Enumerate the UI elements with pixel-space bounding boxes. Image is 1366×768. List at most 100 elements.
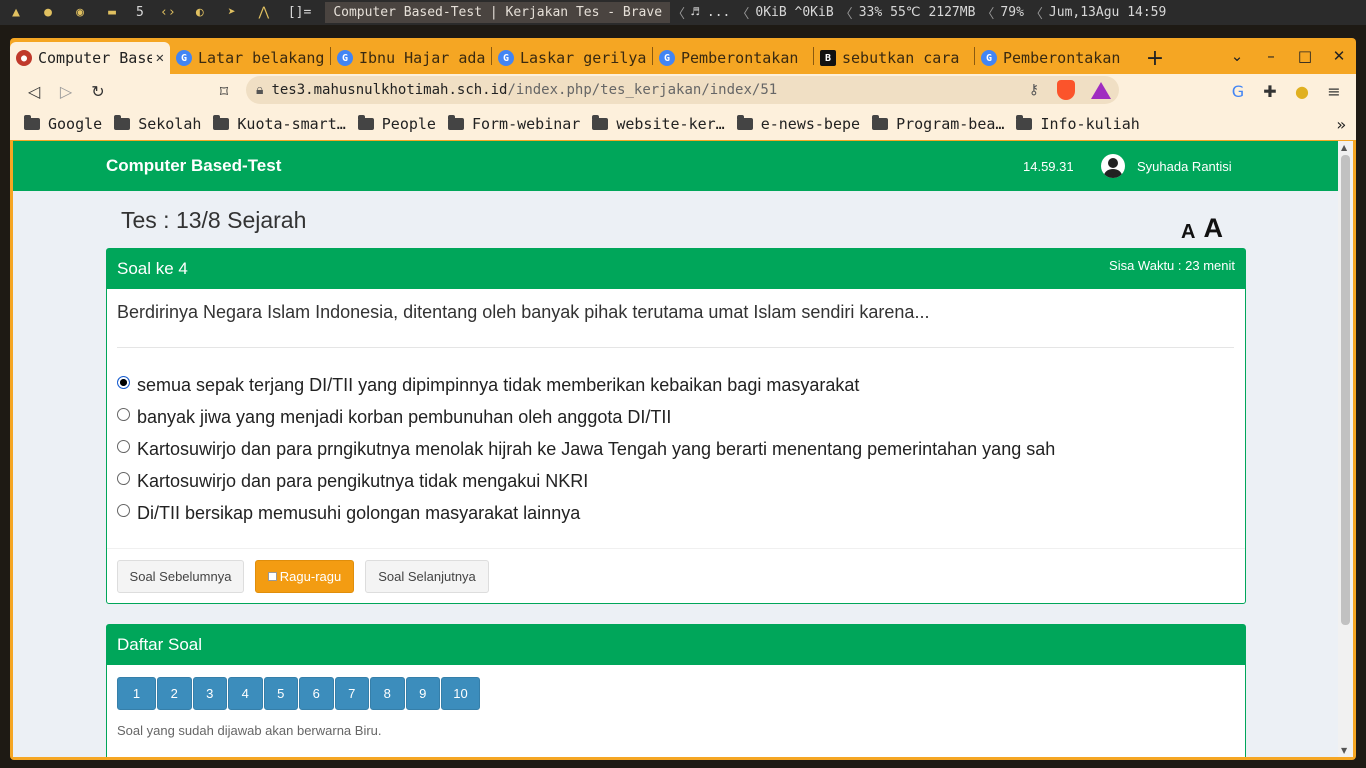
radio-button[interactable]: [117, 375, 130, 389]
tab-label: Pemberontakan: [1003, 49, 1121, 67]
bookmark-folder[interactable]: Info-kuliah: [1016, 115, 1140, 133]
back-icon[interactable]: ◁: [18, 75, 50, 107]
font-increase-button[interactable]: A: [1203, 213, 1223, 244]
layout-indicator[interactable]: []=: [288, 5, 311, 20]
avatar-icon: [1101, 154, 1125, 178]
menu-icon[interactable]: ≡: [1318, 82, 1350, 101]
answer-options: semua sepak terjang DI/TII yang dipimpin…: [117, 369, 1055, 529]
tab-computer-based-test[interactable]: ● Computer Based-Test | Kerjakan Tes ✕: [10, 42, 170, 74]
bookmark-folder[interactable]: Program-bea…: [872, 115, 1004, 133]
bookmark-folder[interactable]: e-news-bepe: [736, 115, 860, 133]
bookmark-folder[interactable]: Form-webinar: [447, 115, 580, 133]
new-tab-button[interactable]: +: [1135, 42, 1175, 74]
bookmarks-bar: Google Sekolah Kuota-smart… People Form-…: [10, 108, 1356, 140]
tab-latar-belakang[interactable]: G Latar belakang: [170, 42, 330, 74]
lock-icon[interactable]: 🔒︎: [256, 82, 263, 98]
code-icon[interactable]: ‹›: [158, 3, 178, 23]
tab-laskar-gerilya[interactable]: G Laskar gerilya: [492, 42, 652, 74]
bookmark-folder[interactable]: website-ker…: [592, 115, 725, 133]
answer-option-e[interactable]: Di/TII bersikap memusuhi golongan masyar…: [117, 497, 1055, 529]
folder-icon[interactable]: ▬: [102, 3, 122, 23]
bookmark-folder[interactable]: People: [357, 115, 436, 133]
question-number-button[interactable]: 5: [263, 677, 298, 710]
brave-rewards-icon[interactable]: [1091, 81, 1111, 99]
close-tab-icon[interactable]: ✕: [156, 50, 164, 66]
google-favicon-icon: G: [659, 50, 675, 66]
scroll-up-icon[interactable]: ▲: [1341, 143, 1347, 152]
reload-icon[interactable]: ↻: [82, 75, 114, 107]
question-number-button[interactable]: 2: [157, 677, 192, 710]
radio-button[interactable]: [117, 407, 130, 421]
google-favicon-icon: G: [498, 50, 514, 66]
system-status-bar: ▲ ● ◉ ▬ 5 ‹› ◐ ➤ ⋀ []= Computer Based-Te…: [0, 0, 1366, 25]
user-menu[interactable]: Syuhada Rantisi: [1101, 154, 1232, 178]
extensions-icon[interactable]: ✚: [1254, 82, 1286, 101]
font-decrease-button[interactable]: A: [1181, 221, 1195, 244]
telegram-icon[interactable]: ➤: [222, 3, 242, 23]
window-title: Computer Based-Test | Kerjakan Tes - Bra…: [325, 2, 671, 23]
brand-title[interactable]: Computer Based-Test: [106, 156, 281, 176]
bookmark-icon[interactable]: ⌑: [208, 75, 240, 107]
next-question-button[interactable]: Soal Selanjutnya: [365, 560, 489, 593]
tab-pemberontakan[interactable]: G Pemberontakan: [653, 42, 813, 74]
brave-shields-icon[interactable]: [1057, 80, 1075, 100]
minimize-icon[interactable]: –: [1254, 47, 1288, 65]
question-number-button[interactable]: 1: [117, 677, 156, 710]
browser-toolbar: ◁ ▷ ↻ ⌑ 🔒︎ tes3.mahusnulkhotimah.sch.id /…: [10, 74, 1356, 108]
bookmark-folder[interactable]: Sekolah: [114, 115, 201, 133]
radio-button[interactable]: [117, 503, 130, 517]
browser-icon[interactable]: ◉: [70, 3, 90, 23]
inkscape-icon[interactable]: ⋀: [254, 3, 274, 23]
radio-button[interactable]: [117, 439, 130, 453]
folder-icon: [872, 115, 889, 130]
scrollbar-thumb[interactable]: [1341, 155, 1350, 625]
profile-icon[interactable]: ●: [1286, 82, 1318, 101]
workspace-number[interactable]: 5: [136, 5, 144, 20]
question-number-button[interactable]: 9: [405, 677, 440, 710]
url-path: /index.php/tes_kerjakan/index/51: [507, 82, 778, 98]
key-icon[interactable]: ⚷: [1029, 82, 1039, 98]
question-number-list: 1 2 3 4 5 6 7 8 9 10: [117, 677, 481, 710]
translate-icon[interactable]: G: [1222, 82, 1254, 101]
answered-note: Soal yang sudah dijawab akan berwarna Bi…: [117, 723, 382, 738]
page-scrollbar[interactable]: ▲ ▼: [1338, 141, 1353, 757]
previous-question-button[interactable]: Soal Sebelumnya: [117, 560, 244, 593]
font-size-controls: A A: [1181, 213, 1223, 244]
forward-icon[interactable]: ▷: [50, 75, 82, 107]
bookmark-folder[interactable]: Google: [24, 115, 102, 133]
question-number-button[interactable]: 4: [228, 677, 263, 710]
more-bookmarks-icon[interactable]: »: [1336, 115, 1346, 134]
bookmark-folder[interactable]: Kuota-smart…: [213, 115, 346, 133]
google-favicon-icon: G: [981, 50, 997, 66]
scroll-down-icon[interactable]: ▼: [1341, 746, 1347, 755]
tab-sebutkan-cara[interactable]: B sebutkan cara: [814, 42, 974, 74]
folder-icon: [592, 115, 609, 130]
close-window-icon[interactable]: ✕: [1322, 47, 1356, 65]
checkbox-icon[interactable]: [267, 572, 277, 581]
launcher-icon[interactable]: ▲: [6, 3, 26, 23]
question-number-button[interactable]: 10: [441, 677, 480, 710]
answer-option-a[interactable]: semua sepak terjang DI/TII yang dipimpin…: [117, 369, 1055, 401]
answer-option-b[interactable]: banyak jiwa yang menjadi korban pembunuh…: [117, 401, 1055, 433]
question-number-button[interactable]: 8: [370, 677, 405, 710]
tab-ibnu-hajar[interactable]: G Ibnu Hajar ada: [331, 42, 491, 74]
music-icon: ♬: [691, 5, 699, 20]
tab-pemberontakan-2[interactable]: G Pemberontakan: [975, 42, 1135, 74]
question-number-button[interactable]: 6: [299, 677, 334, 710]
maximize-icon[interactable]: □: [1288, 47, 1322, 65]
radio-button[interactable]: [117, 471, 130, 485]
answer-option-d[interactable]: Kartosuwirjo dan para pengikutnya tidak …: [117, 465, 1055, 497]
question-number-button[interactable]: 7: [334, 677, 369, 710]
tab-strip: ● Computer Based-Test | Kerjakan Tes ✕ G…: [10, 38, 1356, 74]
tab-search-icon[interactable]: ⌄: [1220, 47, 1254, 65]
music-status: ...: [706, 5, 731, 20]
question-number-button[interactable]: 3: [192, 677, 227, 710]
folder-icon: [736, 115, 753, 130]
media-icon[interactable]: ●: [38, 3, 58, 23]
doubtful-button[interactable]: Ragu-ragu: [255, 560, 354, 593]
folder-icon: [213, 115, 230, 130]
app-icon[interactable]: ◐: [190, 3, 210, 23]
answer-option-c[interactable]: Kartosuwirjo dan para prngikutnya menola…: [117, 433, 1055, 465]
address-bar[interactable]: 🔒︎ tes3.mahusnulkhotimah.sch.id/index.ph…: [246, 76, 1119, 104]
clock: 14.59.31: [1023, 159, 1074, 174]
